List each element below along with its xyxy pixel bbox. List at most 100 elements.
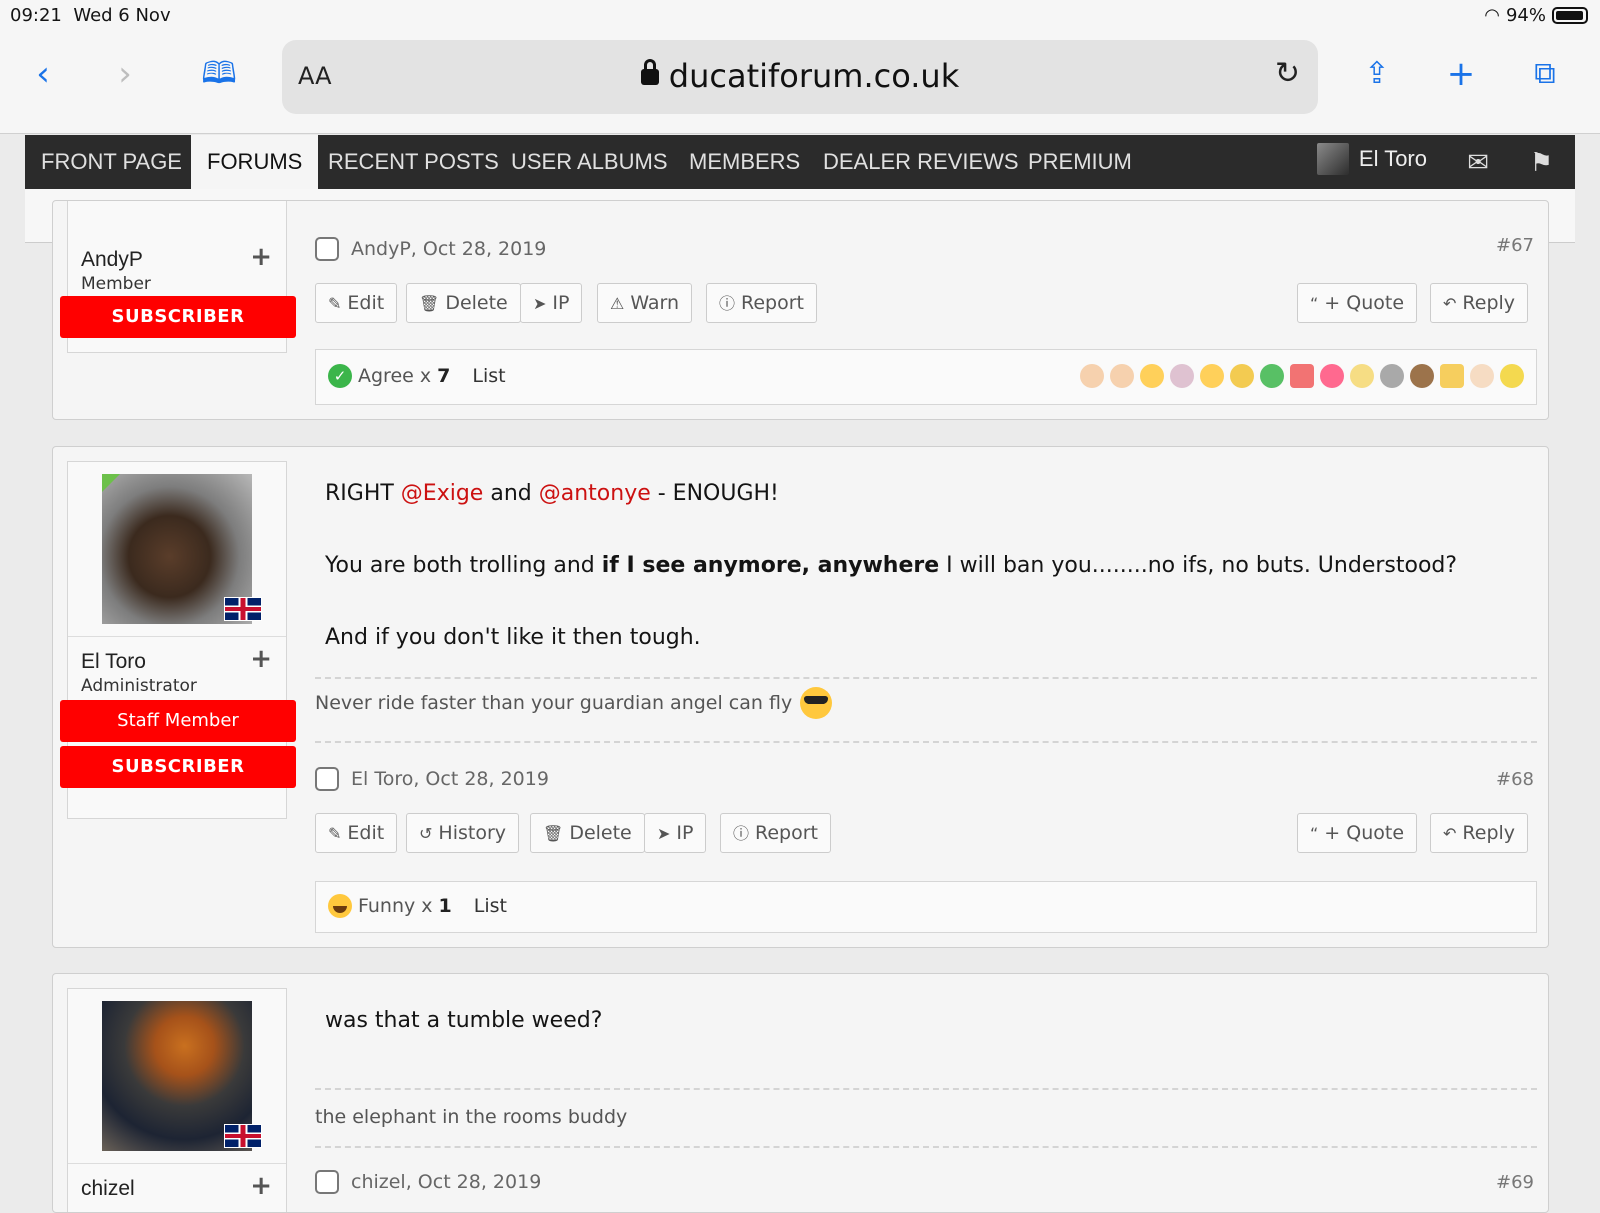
trash-icon: 🗑 (419, 294, 440, 313)
ip-button[interactable]: ➤ IP (520, 283, 583, 323)
flag-icon[interactable]: ⚑ (1530, 148, 1553, 178)
nav-recent-posts[interactable]: RECENT POSTS (312, 135, 515, 189)
select-checkbox[interactable] (315, 1170, 339, 1194)
message-line: RIGHT @Exige and @antonye - ENOUGH! (325, 481, 779, 506)
history-icon: ↺ (419, 824, 433, 843)
bookmarks-icon[interactable]: 🕮 (196, 54, 242, 94)
status-indicators: ◠ 94% (1484, 5, 1588, 26)
thumbs-up-icon[interactable] (1080, 364, 1104, 388)
nav-user-menu[interactable]: El Toro (1316, 143, 1427, 175)
uk-flag-icon (224, 1124, 262, 1148)
userbox: El Toro Administrator + Staff Member SUB… (60, 461, 296, 819)
address-bar[interactable]: AA ducatiforum.co.uk ↻ (282, 40, 1318, 114)
post-number[interactable]: #68 (1496, 769, 1534, 790)
tools-icon[interactable] (1380, 364, 1404, 388)
exclamation-circle-icon: ⓘ (733, 824, 750, 843)
disagree-icon[interactable] (1290, 364, 1314, 388)
forward-icon[interactable]: › (102, 54, 148, 94)
mention-link[interactable]: @antonye (539, 481, 651, 506)
select-checkbox[interactable] (315, 237, 339, 261)
edit-button[interactable]: ✎ Edit (315, 283, 398, 323)
sunglasses-emoji-icon (800, 687, 833, 719)
reply-button[interactable]: ↶ Reply (1430, 813, 1529, 853)
user-avatar (1316, 143, 1349, 175)
reply-icon: ↶ (1443, 294, 1457, 313)
quote-button[interactable]: “+ Quote (1297, 283, 1418, 323)
nav-forums[interactable]: FORUMS (191, 135, 319, 189)
back-icon[interactable]: ‹ (20, 54, 66, 94)
agree-icon: ✓ (328, 364, 352, 388)
warn-button[interactable]: ⚠ Warn (597, 283, 693, 323)
thumbs-down-icon[interactable] (1110, 364, 1134, 388)
lock-icon (640, 59, 659, 85)
post-number[interactable]: #67 (1496, 235, 1534, 256)
clap-icon[interactable] (1470, 364, 1494, 388)
signature: the elephant in the rooms buddy (315, 1106, 628, 1128)
crown-icon[interactable] (1230, 364, 1254, 388)
envelope-icon[interactable]: ✉ (1467, 148, 1489, 178)
uk-flag-icon (224, 597, 262, 621)
expand-icon[interactable]: + (250, 242, 272, 272)
nav-front-page[interactable]: FRONT PAGE (25, 135, 198, 189)
expand-icon[interactable]: + (250, 1171, 272, 1201)
nav-members[interactable]: MEMBERS (673, 135, 816, 189)
lock-react-icon[interactable] (1440, 364, 1464, 388)
delete-button[interactable]: 🗑 Delete (406, 283, 521, 323)
select-checkbox[interactable] (315, 767, 339, 791)
author-name[interactable]: chizel (81, 1177, 135, 1201)
nav-user-albums[interactable]: USER ALBUMS (495, 135, 684, 189)
reaction-bar: ✓ Agree x7 List (315, 349, 1537, 405)
report-button[interactable]: ⓘ Report (706, 283, 817, 323)
reaction-summary[interactable]: ✓ Agree x7 List (328, 364, 506, 388)
agree-react-icon[interactable] (1260, 364, 1284, 388)
mention-link[interactable]: @Exige (401, 481, 484, 506)
forum-main-nav: FRONT PAGE FORUMS RECENT POSTS USER ALBU… (25, 135, 1575, 189)
post-67: AndyP Member + SUBSCRIBER AndyP, Oct 28,… (52, 200, 1549, 420)
reaction-list-link[interactable]: List (474, 895, 507, 917)
tabs-icon[interactable]: ⧉ (1522, 54, 1568, 94)
heart-icon[interactable] (1320, 364, 1344, 388)
post-date-link[interactable]: chizel, Oct 28, 2019 (351, 1171, 541, 1193)
share-icon[interactable]: ⇪ (1354, 54, 1400, 94)
reaction-summary[interactable]: Funny x1 List (328, 894, 507, 918)
url-display[interactable]: ducatiforum.co.uk (282, 57, 1318, 95)
exclamation-circle-icon: ⓘ (719, 294, 736, 313)
reaction-list-link[interactable]: List (472, 365, 505, 387)
reply-button[interactable]: ↶ Reply (1430, 283, 1529, 323)
nav-premium[interactable]: PREMIUM (1012, 135, 1148, 189)
online-indicator (102, 474, 120, 492)
quote-button[interactable]: “+ Quote (1297, 813, 1418, 853)
post-date-link[interactable]: El Toro, Oct 28, 2019 (351, 768, 549, 790)
status-bar: 09:21 Wed 6 Nov ◠ 94% (0, 0, 1600, 30)
funny-icon[interactable] (1200, 364, 1224, 388)
battery-percent: 94% (1505, 5, 1546, 26)
new-tab-icon[interactable]: + (1438, 54, 1484, 94)
signature-divider (315, 1088, 1537, 1090)
ip-button[interactable]: ➤ IP (644, 813, 707, 853)
edit-button[interactable]: ✎ Edit (315, 813, 398, 853)
trash-icon: 🗑 (543, 824, 564, 843)
signature-divider (315, 677, 1537, 679)
facepalm-icon[interactable] (1170, 364, 1194, 388)
pencil-icon: ✎ (328, 294, 342, 313)
signature-divider (315, 741, 1537, 743)
report-button[interactable]: ⓘ Report (720, 813, 831, 853)
quote-icon: “ (1310, 824, 1319, 843)
radioactive-icon[interactable] (1500, 364, 1524, 388)
reload-icon[interactable]: ↻ (1275, 56, 1300, 91)
author-name[interactable]: AndyP (81, 248, 143, 272)
history-button[interactable]: ↺ History (406, 813, 520, 853)
status-time: 09:21 Wed 6 Nov (10, 5, 171, 26)
medal-icon[interactable] (1350, 364, 1374, 388)
delete-button[interactable]: 🗑 Delete (530, 813, 645, 853)
author-name[interactable]: El Toro (81, 650, 146, 674)
message-line: You are both trolling and if I see anymo… (325, 553, 1458, 578)
post-number[interactable]: #69 (1496, 1172, 1534, 1193)
nav-dealer-reviews[interactable]: DEALER REVIEWS (807, 135, 1035, 189)
quote-icon: “ (1310, 294, 1319, 313)
tongue-icon[interactable] (1140, 364, 1164, 388)
expand-icon[interactable]: + (250, 644, 272, 674)
post-meta: chizel, Oct 28, 2019 (315, 1170, 541, 1194)
location-arrow-icon: ➤ (657, 824, 671, 843)
poo-icon[interactable] (1410, 364, 1434, 388)
